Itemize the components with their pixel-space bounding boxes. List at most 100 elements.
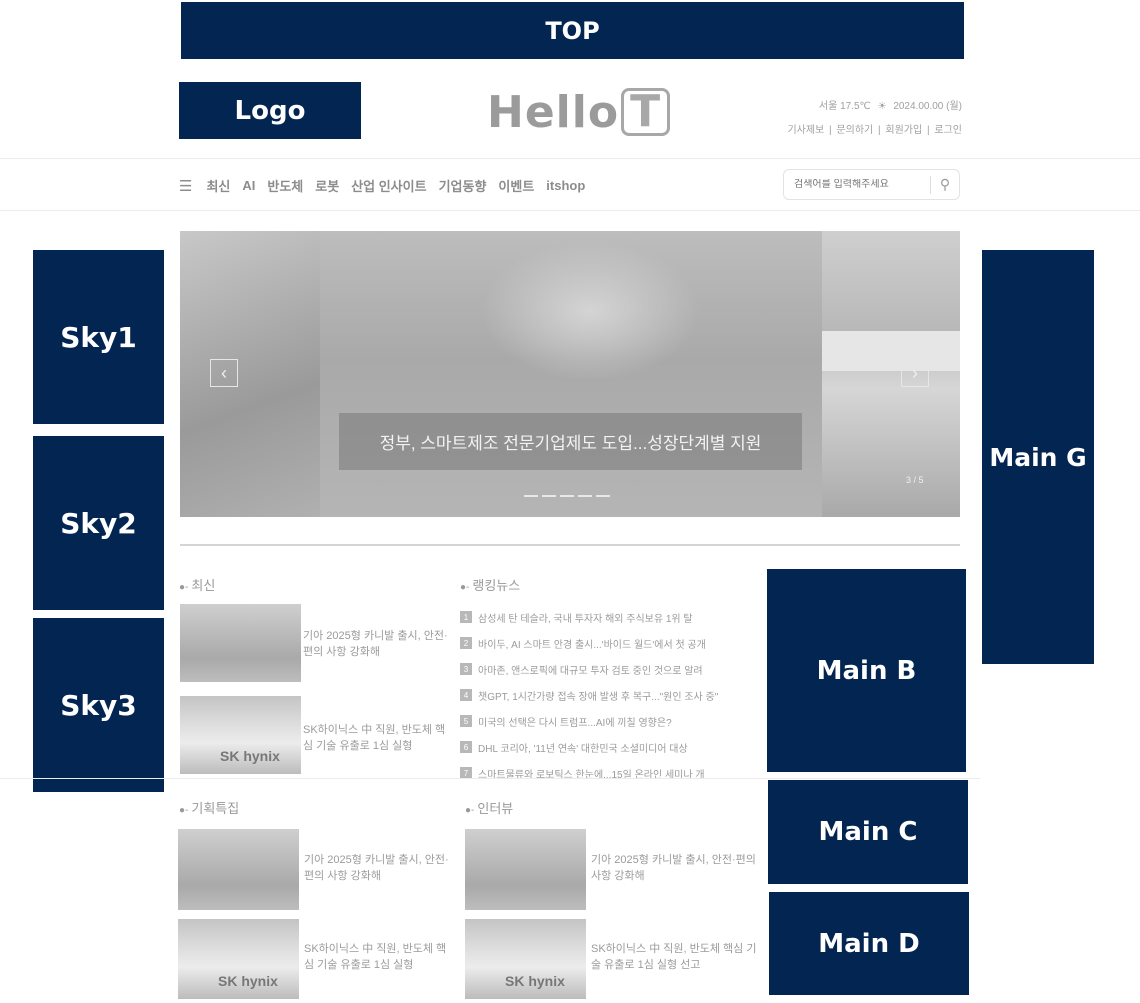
ad-main-b[interactable]: Main B	[767, 569, 966, 772]
rank-title: 미국의 선택은 다시 트럼프...AI에 끼칠 영향은?	[478, 717, 672, 729]
link-contact[interactable]: 문의하기	[836, 125, 873, 136]
rank-title: 삼성세 탄 테슬라, 국내 투자자 해외 주식보유 1위 탈	[478, 613, 693, 625]
ad-sky1[interactable]: Sky1	[33, 250, 164, 424]
interview-item-title[interactable]: 기아 2025형 카니발 출시, 안전·편의 사항 강화해	[591, 852, 761, 884]
ranking-item[interactable]: 7 스마트물류와 로보틱스 한눈에...15일 온라인 세미나 개	[460, 760, 718, 786]
ranking-list: 1 삼성세 탄 테슬라, 국내 투자자 해외 주식보유 1위 탈 2 바이두, AI…	[460, 604, 718, 786]
thumbnail[interactable]: SK hynix	[465, 919, 586, 999]
chevron-left-icon: ‹	[221, 362, 227, 383]
thumbnail[interactable]: SK hynix	[180, 696, 301, 774]
brand-label: SK hynix	[218, 973, 278, 989]
ad-main-c[interactable]: Main C	[768, 780, 968, 884]
slider-next-button[interactable]: ›	[901, 359, 929, 387]
brand-label: SK hynix	[220, 748, 280, 764]
headline-slider[interactable]: ‹ › 정부, 스마트제조 전문기업제도 도입...성장단계별 지원 3 / 5	[180, 231, 960, 517]
search-box: ⚲	[783, 169, 960, 200]
thumbnail[interactable]	[180, 604, 301, 682]
nav-item-robot[interactable]: 로봇	[315, 176, 339, 195]
ad-logo[interactable]: Logo	[179, 82, 361, 139]
slide-counter: 3 / 5	[906, 475, 924, 485]
latest-item-title[interactable]: 기아 2025형 카니발 출시, 안전·편의 사항 강화해	[303, 628, 453, 660]
slide-photo-right	[822, 231, 960, 517]
nav-item-itshop[interactable]: itshop	[546, 178, 585, 193]
ranking-item[interactable]: 6 DHL 코리아, '11년 연속' 대한민국 소셜미디어 대상	[460, 734, 718, 760]
main-nav: ☰ 최신 AI 반도체 로봇 산업 인사이트 기업동향 이벤트 itshop	[179, 176, 585, 195]
slider-dot[interactable]	[542, 495, 556, 497]
section-title-ranking[interactable]: ●- 랭킹뉴스	[460, 575, 520, 594]
thumbnail[interactable]	[178, 829, 299, 910]
section-divider	[0, 778, 980, 779]
section-title-latest[interactable]: ●- 최신	[179, 575, 215, 594]
slide-caption[interactable]: 정부, 스마트제조 전문기업제도 도입...성장단계별 지원	[339, 413, 802, 470]
nav-item-event[interactable]: 이벤트	[498, 176, 534, 195]
slide-photo-main	[480, 241, 700, 381]
top-links: 기사제보 | 문의하기 | 회원가입 | 로그인	[785, 121, 962, 136]
logo-main-text: Hello	[487, 86, 620, 138]
ad-main-g[interactable]: Main G	[982, 250, 1094, 664]
interview-item-title[interactable]: SK하이닉스 中 직원, 반도체 핵심 기술 유출로 1심 실형 선고	[591, 941, 761, 973]
link-report[interactable]: 기사제보	[787, 125, 824, 136]
date-text: 2024.00.00 (월)	[893, 101, 962, 112]
section-label: 기획특집	[191, 801, 240, 816]
ranking-item[interactable]: 1 삼성세 탄 테슬라, 국내 투자자 해외 주식보유 1위 탈	[460, 604, 718, 630]
slider-dot[interactable]	[596, 495, 610, 497]
rank-title: 아마존, 앤스로픽에 대규모 투자 검토 중인 것으로 알려	[478, 665, 703, 677]
bullet-icon: ●-	[179, 582, 189, 593]
nav-item-semiconductor[interactable]: 반도체	[267, 176, 303, 195]
section-title-feature[interactable]: ●- 기획특집	[179, 798, 239, 817]
slider-dot[interactable]	[524, 495, 538, 497]
ranking-item[interactable]: 4 챗GPT, 1시간가량 접속 장애 발생 후 복구..."원인 조사 중"	[460, 682, 718, 708]
thumbnail[interactable]	[465, 829, 586, 910]
search-icon[interactable]: ⚲	[931, 176, 959, 193]
site-logo[interactable]: Hello T	[487, 86, 671, 138]
slider-prev-button[interactable]: ‹	[210, 359, 238, 387]
header-divider	[0, 158, 1140, 159]
link-sep: |	[878, 125, 881, 136]
slider-dot[interactable]	[560, 495, 574, 497]
slide-photo-left	[180, 231, 320, 517]
section-label: 최신	[191, 578, 216, 593]
link-sep: |	[927, 125, 930, 136]
ad-main-d[interactable]: Main D	[769, 892, 969, 995]
section-title-interview[interactable]: ●- 인터뷰	[465, 798, 513, 817]
section-label: 인터뷰	[477, 801, 514, 816]
bullet-icon: ●-	[179, 805, 189, 816]
link-signup[interactable]: 회원가입	[885, 125, 922, 136]
brand-label: SK hynix	[505, 973, 565, 989]
logo-t-mark: T	[621, 88, 671, 136]
nav-item-ai[interactable]: AI	[242, 178, 255, 193]
weather-text: 서울 17.5℃	[818, 101, 871, 112]
nav-divider	[0, 210, 1140, 211]
feature-item-title[interactable]: 기아 2025형 카니발 출시, 안전·편의 사항 강화해	[304, 852, 454, 884]
ad-sky3[interactable]: Sky3	[33, 618, 164, 792]
thumbnail[interactable]: SK hynix	[178, 919, 299, 999]
ad-sky2[interactable]: Sky2	[33, 436, 164, 610]
sun-icon: ☀	[877, 101, 887, 112]
content-divider	[180, 544, 960, 546]
bullet-icon: ●-	[465, 805, 475, 816]
rank-title: 바이두, AI 스마트 안경 출시...'바이드 월드'에서 첫 공개	[478, 639, 706, 651]
latest-item-title[interactable]: SK하이닉스 中 직원, 반도체 핵심 기술 유출로 1심 실형	[303, 722, 453, 754]
rank-number: 5	[460, 715, 472, 727]
ranking-item[interactable]: 2 바이두, AI 스마트 안경 출시...'바이드 월드'에서 첫 공개	[460, 630, 718, 656]
weather-date: 서울 17.5℃ ☀ 2024.00.00 (월)	[819, 97, 962, 112]
rank-number: 2	[460, 637, 472, 649]
nav-item-company[interactable]: 기업동향	[439, 176, 487, 195]
rank-number: 1	[460, 611, 472, 623]
chevron-right-icon: ›	[912, 362, 918, 383]
rank-number: 6	[460, 741, 472, 753]
ad-top[interactable]: TOP	[181, 2, 964, 59]
section-label: 랭킹뉴스	[472, 578, 521, 593]
ranking-item[interactable]: 5 미국의 선택은 다시 트럼프...AI에 끼칠 영향은?	[460, 708, 718, 734]
slider-dots	[524, 495, 610, 497]
bullet-icon: ●-	[460, 582, 470, 593]
rank-number: 3	[460, 663, 472, 675]
search-input[interactable]	[794, 179, 930, 190]
menu-icon[interactable]: ☰	[179, 177, 192, 195]
feature-item-title[interactable]: SK하이닉스 中 직원, 반도체 핵심 기술 유출로 1심 실형	[304, 941, 454, 973]
nav-item-insight[interactable]: 산업 인사이트	[351, 176, 426, 195]
ranking-item[interactable]: 3 아마존, 앤스로픽에 대규모 투자 검토 중인 것으로 알려	[460, 656, 718, 682]
nav-item-latest[interactable]: 최신	[206, 176, 230, 195]
slider-dot[interactable]	[578, 495, 592, 497]
link-login[interactable]: 로그인	[934, 125, 962, 136]
